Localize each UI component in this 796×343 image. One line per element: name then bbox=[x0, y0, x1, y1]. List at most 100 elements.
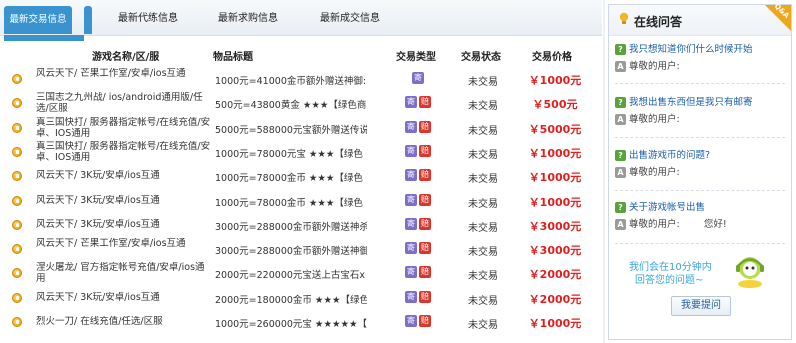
trade-status: 未交易 bbox=[468, 320, 498, 331]
qa-panel-title: 在线问答 bbox=[634, 15, 683, 29]
qa-question-link[interactable]: ? 我想出售东西但是我只有邮寄 bbox=[615, 96, 787, 109]
qa-item: ? 出售游戏币的问题? A 尊敬的用户: bbox=[615, 149, 787, 179]
row-bullet-icon bbox=[12, 74, 22, 84]
trade-type-badges: 寄赔 bbox=[405, 242, 437, 254]
compensation-badge: 赔 bbox=[419, 96, 431, 108]
lightbulb-icon bbox=[619, 12, 629, 24]
trade-type-badges: 寄赔 bbox=[405, 266, 437, 278]
trade-type-badges: 寄赔 bbox=[405, 291, 437, 303]
trade-status: 未交易 bbox=[468, 174, 498, 185]
row-bullet-icon bbox=[12, 147, 22, 157]
item-title-link[interactable]: 2000元=220000元宝送上古宝石x bbox=[215, 267, 367, 281]
header-item-title: 物品标题 bbox=[213, 52, 253, 63]
question-icon: ? bbox=[615, 150, 626, 161]
game-name-link[interactable]: 风云天下/ 3K玩/安卓/ios互通 bbox=[36, 195, 212, 206]
game-name-link[interactable]: 风云天下/ 3K玩/安卓/ios互通 bbox=[36, 219, 212, 230]
answer-icon: A bbox=[615, 61, 626, 72]
table-row[interactable]: 三国志之九州战/ ios/android通用版/任选/区服 500元=43800黄… bbox=[0, 91, 602, 115]
qa-item: ? 我想出售东西但是我只有邮寄 A 尊敬的用户: bbox=[615, 96, 787, 126]
trade-status: 未交易 bbox=[468, 126, 498, 137]
qa-question-link[interactable]: ? 关于游戏帐号出售 bbox=[615, 201, 787, 214]
qa-panel-header: 在线问答 Q&A bbox=[609, 2, 791, 36]
trade-price: ￥1000元 bbox=[528, 74, 582, 87]
game-name-link[interactable]: 风云天下/ 芒果工作室/安卓/ios互通 bbox=[36, 68, 212, 79]
table-row[interactable]: 风云天下/ 3K玩/安卓/ios互通 2000元=180000金币 ★★★【绿色 寄… bbox=[0, 286, 602, 310]
item-title-link[interactable]: 5000元=588000元宝额外赠送传说 bbox=[215, 122, 367, 136]
consignment-badge: 寄 bbox=[405, 169, 417, 181]
game-name-link[interactable]: 涅火屠龙/ 官方指定帐号充值/安卓/ios通用 bbox=[36, 262, 212, 284]
qa-answer-extra: 您好! bbox=[703, 219, 727, 230]
header-game-name: 游戏名称/区/服 bbox=[92, 52, 160, 63]
question-icon: ? bbox=[615, 202, 626, 213]
compensation-badge: 赔 bbox=[419, 145, 431, 157]
trade-type-badges: 寄赔 bbox=[405, 194, 437, 206]
trade-type-badges: 寄赔 bbox=[405, 121, 437, 133]
compensation-badge: 赔 bbox=[419, 121, 431, 133]
answer-icon: A bbox=[615, 219, 626, 230]
trade-price: ￥1000元 bbox=[528, 171, 582, 184]
compensation-badge: 赔 bbox=[419, 291, 431, 303]
table-row[interactable]: 风云天下/ 3K玩/安卓/ios互通 1000元=78000金币 ★★★【绿色 寄赔… bbox=[0, 164, 602, 188]
consignment-badge: 寄 bbox=[405, 315, 417, 327]
header-trade-price: 交易价格 bbox=[532, 52, 572, 63]
row-bullet-icon bbox=[12, 268, 22, 278]
tab-latest-boosting[interactable]: 最新代练信息 bbox=[118, 9, 178, 29]
qa-question-link[interactable]: ? 出售游戏币的问题? bbox=[615, 149, 787, 162]
table-row[interactable]: 风云天下/ 芒果工作室/安卓/ios互通 3000元=288000金币额外赠送神御… bbox=[0, 237, 602, 261]
table-row[interactable]: 风云天下/ 3K玩/安卓/ios互通 1000元=78000金币 ★★★【绿色 寄赔… bbox=[0, 189, 602, 213]
consignment-badge: 寄 bbox=[405, 266, 417, 278]
qa-question-link[interactable]: ? 我只想知道你们什么时候开始 bbox=[615, 43, 787, 56]
item-title-link[interactable]: 3000元=288000金币额外赠送神杀 bbox=[215, 219, 367, 233]
qa-separator bbox=[615, 83, 785, 84]
column-divider bbox=[603, 0, 605, 343]
item-title-link[interactable]: 1000元=41000金币额外赠送神御: bbox=[215, 73, 367, 87]
game-name-link[interactable]: 真三国快打/ 服务器指定帐号/在线充值/安卓、IOS通用 bbox=[36, 117, 212, 139]
item-title-link[interactable]: 1000元=78000元宝 ★★★【绿色 bbox=[215, 146, 367, 160]
tab-latest-buy-requests[interactable]: 最新求购信息 bbox=[218, 9, 278, 29]
table-row[interactable]: 真三国快打/ 服务器指定帐号/在线充值/安卓、IOS通用 1000元=78000元… bbox=[0, 140, 602, 164]
item-title-link[interactable]: 1000元=78000金币 ★★★【绿色 bbox=[215, 170, 367, 184]
compensation-badge: 赔 bbox=[419, 194, 431, 206]
game-name-link[interactable]: 风云天下/ 3K玩/安卓/ios互通 bbox=[36, 292, 212, 303]
consignment-badge: 寄 bbox=[405, 194, 417, 206]
item-title-link[interactable]: 1000元=260000元宝 ★★★★★【 bbox=[215, 316, 367, 330]
table-row[interactable]: 风云天下/ 芒果工作室/安卓/ios互通 1000元=41000金币额外赠送神御:… bbox=[0, 67, 602, 91]
tab-latest-trades[interactable]: 最新交易信息 bbox=[4, 6, 72, 34]
item-title-link[interactable]: 2000元=180000金币 ★★★【绿色 bbox=[215, 292, 367, 306]
game-name-link[interactable]: 三国志之九州战/ ios/android通用版/任选/区服 bbox=[36, 92, 212, 114]
consignment-badge: 寄 bbox=[405, 242, 417, 254]
qa-separator bbox=[615, 190, 785, 191]
trade-type-badges: 寄赔 bbox=[405, 315, 437, 327]
game-name-link[interactable]: 真三国快打/ 服务器指定帐号/在线充值/安卓、IOS通用 bbox=[36, 141, 212, 163]
tab-latest-completed[interactable]: 最新成交信息 bbox=[320, 9, 380, 29]
row-bullet-icon bbox=[12, 196, 22, 206]
row-bullet-icon bbox=[12, 171, 22, 181]
table-row[interactable]: 烈火一刀/ 在线充值/任选/区服 1000元=260000元宝 ★★★★★【 寄赔 未… bbox=[0, 310, 602, 334]
row-bullet-icon bbox=[12, 317, 22, 327]
table-row[interactable]: 风云天下/ 3K玩/安卓/ios互通 3000元=288000金币额外赠送神杀 寄赔… bbox=[0, 213, 602, 237]
game-name-link[interactable]: 风云天下/ 3K玩/安卓/ios互通 bbox=[36, 170, 212, 181]
trade-status: 未交易 bbox=[468, 223, 498, 234]
trade-price: ￥3000元 bbox=[528, 220, 582, 233]
ask-question-button[interactable]: 我要提问 bbox=[671, 296, 731, 316]
row-bullet-icon bbox=[12, 98, 22, 108]
compensation-badge: 赔 bbox=[419, 315, 431, 327]
trade-status: 未交易 bbox=[468, 271, 498, 282]
item-title-link[interactable]: 1000元=78000金币 ★★★【绿色 bbox=[215, 195, 367, 209]
consignment-badge: 寄 bbox=[405, 121, 417, 133]
trade-price: ￥500元 bbox=[532, 98, 578, 111]
consignment-badge: 寄 bbox=[405, 145, 417, 157]
trade-status: 未交易 bbox=[468, 296, 498, 307]
trade-type-badges: 寄赔 bbox=[405, 169, 437, 181]
table-row[interactable]: 真三国快打/ 服务器指定帐号/在线充值/安卓、IOS通用 5000元=588000… bbox=[0, 116, 602, 140]
table-row[interactable]: 涅火屠龙/ 官方指定帐号充值/安卓/ios通用 2000元=220000元宝送上古… bbox=[0, 261, 602, 285]
qa-item: ? 我只想知道你们什么时候开始 A 尊敬的用户: bbox=[615, 43, 787, 73]
consignment-badge: 寄 bbox=[405, 218, 417, 230]
item-title-link[interactable]: 500元=43800黄金 ★★★【绿色商 bbox=[215, 97, 367, 111]
compensation-badge: 赔 bbox=[419, 169, 431, 181]
item-title-link[interactable]: 3000元=288000金币额外赠送神御 bbox=[215, 243, 367, 257]
game-name-link[interactable]: 风云天下/ 芒果工作室/安卓/ios互通 bbox=[36, 238, 212, 249]
game-name-link[interactable]: 烈火一刀/ 在线充值/任选/区服 bbox=[36, 316, 212, 327]
consignment-badge: 寄 bbox=[412, 72, 424, 84]
compensation-badge: 赔 bbox=[419, 218, 431, 230]
